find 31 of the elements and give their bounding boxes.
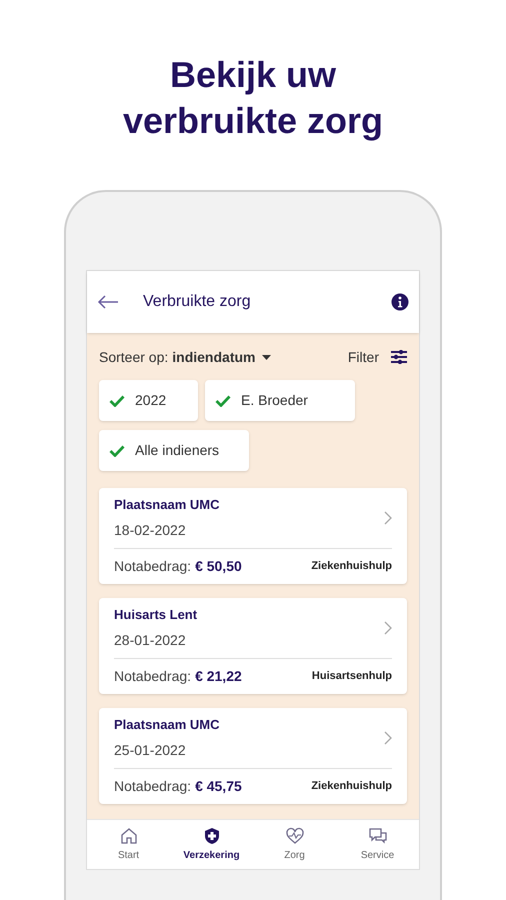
claim-card[interactable]: Plaatsnaam UMC 18-02-2022 Notabedrag: € 50,50 Ziekenhuishulp xyxy=(99,488,407,584)
amount-value: € 45,75 xyxy=(195,777,242,796)
amount-label: Notabedrag: xyxy=(114,667,192,686)
filter-chip[interactable]: 2022 xyxy=(99,380,198,421)
amount-label: Notabedrag: xyxy=(114,777,192,796)
sort-label: Sorteer op: xyxy=(99,348,168,367)
nav-tab[interactable]: Service xyxy=(336,826,419,863)
provider-name: Huisarts Lent xyxy=(114,606,198,624)
amount-value: € 50,50 xyxy=(195,557,242,576)
amount-value: € 21,22 xyxy=(195,667,242,686)
provider-name: Plaatsnaam UMC xyxy=(114,496,220,514)
claim-date: 18-02-2022 xyxy=(114,521,187,540)
claim-date: 28-01-2022 xyxy=(114,631,187,650)
nav-tab[interactable]: Start xyxy=(87,826,170,863)
nav-tab[interactable]: Zorg xyxy=(253,826,336,863)
headline: Bekijk uw xyxy=(170,53,336,97)
headline: verbruikte zorg xyxy=(122,99,384,143)
screen-title: Verbruikte zorg xyxy=(143,292,252,312)
amount-label: Notabedrag: xyxy=(114,557,192,576)
category-label: Ziekenhuishulp xyxy=(311,779,392,794)
claim-card[interactable]: Plaatsnaam UMC 25-01-2022 Notabedrag: € 45,75 Ziekenhuishulp xyxy=(99,708,407,804)
claim-date: 25-01-2022 xyxy=(114,741,187,760)
claim-card[interactable]: Huisarts Lent 28-01-2022 Notabedrag: € 21,22 Huisartsenhulp xyxy=(99,598,407,694)
filter-button[interactable]: Filter xyxy=(348,346,407,368)
nav-tab[interactable]: Verzekering xyxy=(170,826,253,863)
category-label: Huisartsenhulp xyxy=(312,669,392,684)
filter-chip[interactable]: Alle indieners xyxy=(99,430,249,471)
sort-dropdown[interactable]: indiendatum xyxy=(172,346,270,368)
filter-chip[interactable]: E. Broeder xyxy=(205,380,355,421)
provider-name: Plaatsnaam UMC xyxy=(114,716,220,734)
category-label: Ziekenhuishulp xyxy=(311,559,392,574)
